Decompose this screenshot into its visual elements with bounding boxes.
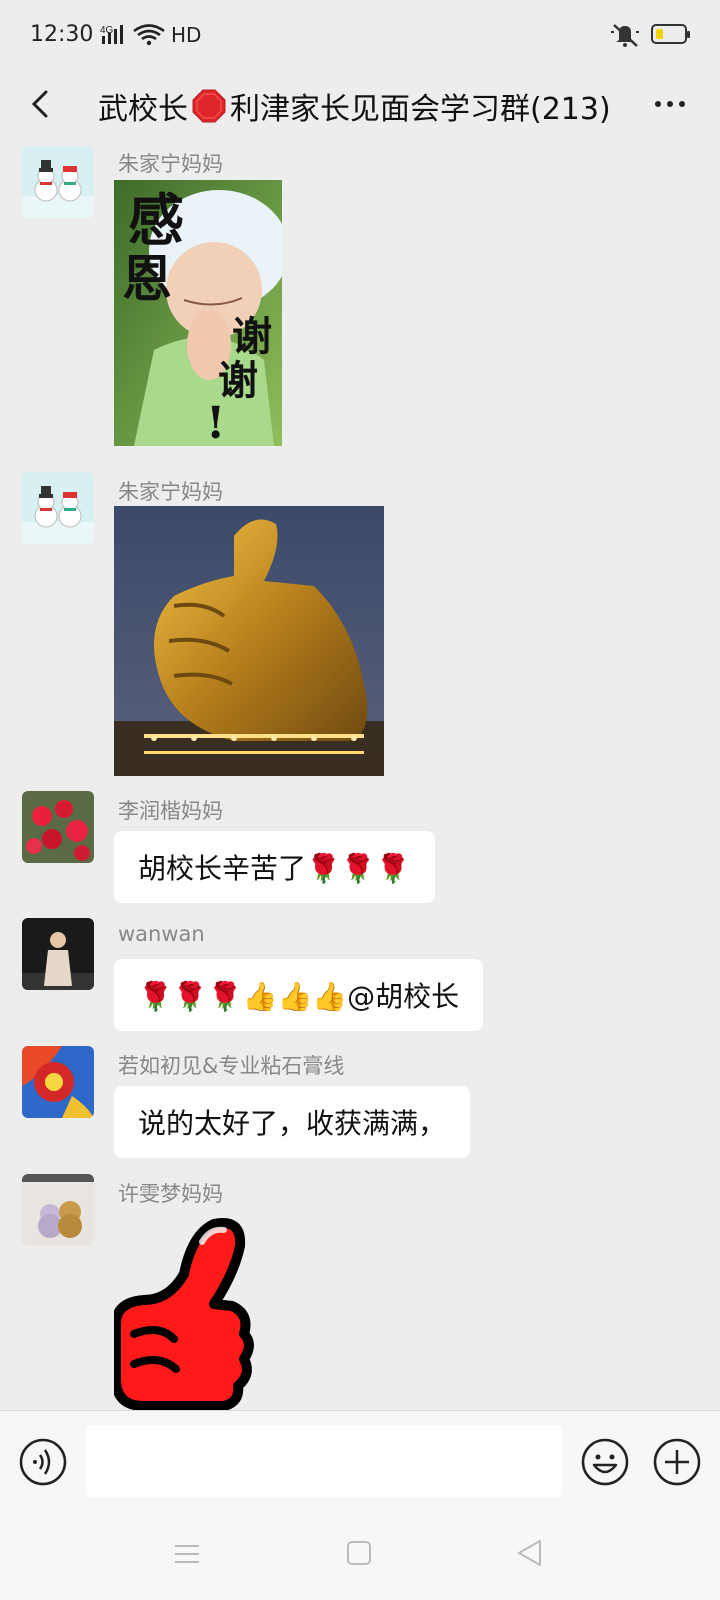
avatar[interactable] [22,1174,94,1246]
nav-back-icon[interactable] [515,1538,543,1572]
system-nav-bar [0,1510,720,1600]
status-time: 12:30 [30,22,94,47]
sender-name: 朱家宁妈妈 [118,480,223,504]
text-bubble[interactable]: 🌹🌹🌹👍👍👍@胡校长 [114,959,484,1031]
chat-title-part2: 利津家长见面会学习群(213) [230,92,611,127]
sender-name: 许雯梦妈妈 [118,1182,223,1206]
emoji-icon[interactable] [580,1437,630,1487]
image-message[interactable]: 感 恩 谢 谢 ! [114,180,282,446]
add-attachment-icon[interactable] [652,1437,702,1487]
status-bar: 12:30 4G HD [0,0,720,70]
sender-name: wanwan [118,922,205,946]
image-caption-2: 恩 [122,249,172,308]
signal-icon: 4G [100,22,170,52]
message-text: 说的太好了，收获满满， [138,1107,447,1140]
text-bubble[interactable]: 胡校长辛苦了🌹🌹🌹 [114,831,435,903]
image-message[interactable] [114,506,384,776]
hd-indicator: HD [171,23,202,47]
mute-bell-icon [610,22,640,52]
message-text: 🌹🌹🌹👍👍👍@胡校长 [138,980,460,1013]
battery-icon [651,24,690,44]
sticker-message[interactable] [114,1214,254,1410]
chat-title-part1: 武校长 [98,92,188,127]
avatar[interactable] [22,472,94,544]
chat-title: 武校长 利津家长见面会学习群(213) [98,84,611,128]
golden-thumbs-up-statue-icon [114,506,384,776]
home-icon[interactable] [346,1540,372,1570]
message-text: 胡校长辛苦了🌹🌹🌹 [138,852,411,885]
chat-header: 武校长 利津家长见面会学习群(213) [0,70,720,142]
sender-name: 若如初见&专业粘石膏线 [118,1054,345,1078]
svg-text:4G: 4G [100,25,114,36]
image-caption-1: 感 [128,188,184,254]
image-caption-4: 谢 [218,357,258,404]
voice-input-icon[interactable] [18,1437,68,1487]
sender-name: 朱家宁妈妈 [118,152,223,176]
avatar[interactable] [22,791,94,863]
red-thumbs-up-sticker-icon [114,1218,254,1410]
avatar[interactable] [22,918,94,990]
image-caption-3: 谢 [232,313,272,360]
back-arrow-icon[interactable] [20,82,64,126]
menu-icon[interactable] [174,1542,200,1570]
avatar[interactable] [22,1046,94,1118]
text-bubble[interactable]: 说的太好了，收获满满， [114,1086,471,1158]
message-input[interactable] [86,1425,562,1497]
image-caption-5: ! [206,398,225,446]
input-bar [0,1410,720,1511]
sender-name: 李润楷妈妈 [118,799,223,823]
stop-sign-icon [192,89,226,123]
more-options-icon[interactable] [648,86,692,122]
avatar[interactable] [22,146,94,218]
